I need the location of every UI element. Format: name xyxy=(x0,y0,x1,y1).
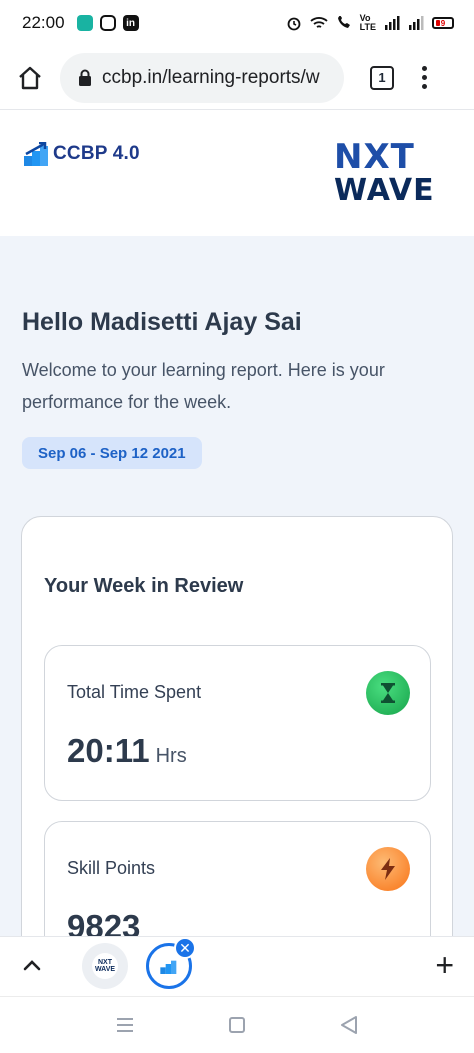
stat-unit: Hrs xyxy=(155,745,187,767)
browser-toolbar: ccbp.in/learning-reports/w 1 xyxy=(0,46,474,110)
week-review-title: Your Week in Review xyxy=(44,575,244,597)
status-bar: 22:00 in Vo LTE 9 xyxy=(0,0,474,46)
volte-icon: Vo LTE xyxy=(359,13,376,32)
report-content: Hello Madisetti Ajay Sai Welcome to your… xyxy=(0,236,474,936)
tab-switcher-button[interactable]: 1 xyxy=(370,65,394,90)
total-time-card: Total Time Spent 20:11 Hrs xyxy=(44,645,431,801)
battery-level: 9 xyxy=(440,18,446,28)
ccbp-logo-text: CCBP 4.0 xyxy=(53,143,140,164)
greeting-heading: Hello Madisetti Ajay Sai xyxy=(22,308,302,336)
nav-back-icon[interactable] xyxy=(340,1016,358,1034)
tab-thumbnail-label: NXT WAVE xyxy=(92,953,118,979)
signal-icon xyxy=(385,16,400,30)
status-time: 22:00 xyxy=(22,13,65,32)
ccbp-logo-icon xyxy=(24,142,48,166)
linkedin-icon: in xyxy=(122,15,139,31)
welcome-text: Welcome to your learning report. Here is… xyxy=(22,360,385,412)
bottom-tab-bar: NXT WAVE ✕ + xyxy=(0,936,474,996)
url-field[interactable]: ccbp.in/learning-reports/w xyxy=(60,52,344,103)
alarm-icon xyxy=(287,17,301,31)
ccbp-logo[interactable]: CCBP 4.0 xyxy=(24,142,140,166)
url-text: ccbp.in/learning-reports/w xyxy=(102,66,320,88)
lightning-icon xyxy=(366,847,410,891)
chevron-up-icon[interactable] xyxy=(20,953,44,977)
nxtwave-logo[interactable]: NXT WAVE xyxy=(334,140,435,206)
app-notification-icon xyxy=(76,15,93,31)
stat-value: 9823 xyxy=(67,908,146,936)
week-review-card: Your Week in Review Total Time Spent 20:… xyxy=(21,516,453,936)
nav-home-icon[interactable] xyxy=(229,1017,245,1033)
stat-value: 20:11 Hrs xyxy=(67,732,187,770)
stat-number: 9823 xyxy=(67,908,141,936)
hourglass-icon xyxy=(366,671,410,715)
close-tab-icon[interactable]: ✕ xyxy=(174,937,196,959)
wifi-icon xyxy=(310,17,328,28)
ccbp-tab-icon xyxy=(160,960,177,974)
system-nav-bar xyxy=(0,996,474,1053)
site-header: CCBP 4.0 NXT WAVE xyxy=(0,110,474,236)
battery-icon: 9 xyxy=(432,17,454,29)
stat-label: Total Time Spent xyxy=(67,682,202,702)
instagram-icon xyxy=(99,15,116,31)
add-tab-icon[interactable]: + xyxy=(435,949,454,981)
stat-label: Skill Points xyxy=(67,858,156,878)
signal-icon-2 xyxy=(409,16,424,30)
home-icon xyxy=(19,66,41,89)
home-button[interactable] xyxy=(0,65,60,91)
status-icons: Vo LTE 9 xyxy=(286,14,454,32)
more-menu-button[interactable] xyxy=(422,66,427,89)
stat-number: 20:11 xyxy=(67,732,150,769)
lock-icon xyxy=(79,69,91,86)
nxtwave-logo-line1: NXT xyxy=(334,137,415,177)
skill-points-card: Skill Points 9823 xyxy=(44,821,431,936)
tab-count: 1 xyxy=(378,70,386,85)
call-icon xyxy=(337,16,350,28)
recent-apps-icon[interactable] xyxy=(116,1017,134,1033)
nxtwave-logo-line2: WAVE xyxy=(334,173,435,208)
tab-thumbnail-nxtwave[interactable]: NXT WAVE xyxy=(82,943,128,989)
date-range-badge: Sep 06 - Sep 12 2021 xyxy=(22,437,202,469)
